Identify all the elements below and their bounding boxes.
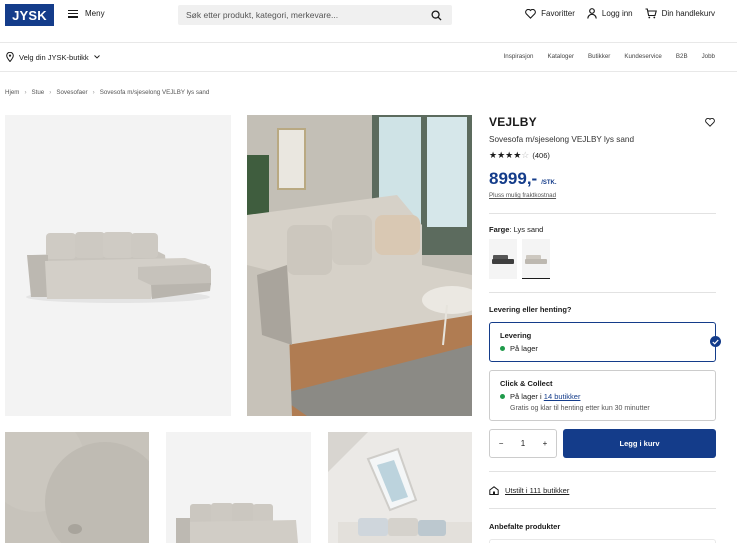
product-subtitle: Sovesofa m/sjeselong VEJLBY lys sand — [489, 135, 635, 144]
color-swatches — [489, 239, 716, 279]
cart-label: Din handlekurv — [661, 9, 715, 18]
color-label-key: Farge — [489, 225, 510, 234]
breadcrumb-item[interactable]: Sovesofaer — [56, 89, 87, 96]
store-icon — [489, 486, 499, 495]
delivery-option-click-collect[interactable]: Click & Collect På lager i 14 butikker G… — [489, 370, 716, 421]
price: 8999,- /STK. — [489, 169, 716, 189]
chevron-down-icon — [93, 55, 100, 59]
link-butikker[interactable]: Butikker — [588, 53, 610, 60]
price-unit: /STK. — [541, 180, 557, 186]
in-stock-dot-icon — [500, 346, 505, 351]
jysk-logo[interactable]: JYSK — [5, 4, 54, 26]
product-image-attic-room[interactable] — [328, 432, 472, 543]
menu-label: Meny — [85, 9, 105, 18]
collect-note: Gratis og klar til henting etter kun 30 … — [510, 405, 650, 412]
favorite-heart-icon[interactable] — [705, 118, 715, 127]
favorites-link[interactable]: Favoritter — [525, 8, 575, 19]
dark-sofa-thumbnail — [492, 255, 514, 264]
product-title: VEJLBY — [489, 115, 537, 129]
price-value: 8999,- — [489, 169, 538, 188]
delivery-option-home[interactable]: Levering På lager — [489, 322, 721, 362]
breadcrumb-current: Sovesofa m/sjeselong VEJLBY lys sand — [99, 89, 210, 96]
delivery-option-name: Levering — [500, 331, 532, 340]
breadcrumb-item[interactable]: Stue — [32, 89, 45, 96]
delivery-stock-status: På lager — [510, 344, 538, 353]
product-image-main[interactable] — [5, 115, 231, 416]
search-input[interactable] — [186, 10, 426, 20]
hamburger-icon — [68, 9, 78, 18]
rating[interactable]: ★★★★☆ (406) — [489, 150, 716, 161]
store-label: Velg din JYSK-butikk — [19, 52, 89, 62]
breadcrumb-separator: › — [49, 89, 52, 96]
buy-row: − 1 + Legg i kurv — [489, 429, 716, 458]
location-pin-icon — [6, 52, 14, 62]
swatch-dark-grey[interactable] — [489, 239, 517, 279]
link-inspirasjon[interactable]: Inspirasjon — [504, 53, 534, 60]
collect-stock-line: På lager i 14 butikker — [500, 392, 705, 401]
divider — [489, 471, 716, 472]
product-panel: VEJLBY Sovesofa m/sjeselong VEJLBY lys s… — [489, 115, 721, 543]
choose-store-button[interactable]: Velg din JYSK-butikk — [6, 52, 100, 62]
breadcrumb-separator: › — [92, 89, 95, 96]
collect-option-name: Click & Collect — [500, 379, 553, 388]
quantity-stepper[interactable]: − 1 + — [489, 429, 557, 458]
stores-link[interactable]: 14 butikker — [544, 392, 581, 401]
search-icon[interactable] — [431, 10, 442, 21]
link-b2b[interactable]: B2B — [676, 53, 688, 60]
color-value: : Lys sand — [509, 225, 544, 234]
add-to-cart-button[interactable]: Legg i kurv — [563, 429, 716, 458]
top-links: Inspirasjon Kataloger Butikker Kundeserv… — [504, 53, 715, 60]
freight-cost-link[interactable]: Pluss mulig fraktkostnad — [489, 192, 716, 199]
color-label: Farge: Lys sand — [489, 225, 716, 234]
link-kataloger[interactable]: Kataloger — [548, 53, 575, 60]
login-label: Logg inn — [601, 9, 633, 18]
review-count[interactable]: (406) — [532, 151, 550, 160]
divider — [489, 292, 716, 293]
recommended-product-card[interactable] — [489, 539, 716, 543]
cart-icon — [645, 8, 657, 19]
cart-link[interactable]: Din handlekurv — [645, 8, 715, 19]
site-header: JYSK Meny Favoritter Logg inn Din handle… — [0, 0, 737, 31]
breadcrumb: Hjem › Stue › Sovesofaer › Sovesofa m/sjese… — [5, 89, 209, 96]
heart-icon — [525, 8, 536, 19]
swatch-light-sand[interactable] — [522, 239, 550, 279]
product-image-room[interactable] — [247, 115, 472, 416]
star-empty-icon: ☆ — [521, 150, 530, 160]
collect-stock-status: På lager i — [510, 392, 544, 401]
store-stock-link[interactable]: Utstilt i 111 butikker — [489, 486, 716, 495]
link-jobb[interactable]: Jobb — [702, 53, 715, 60]
star-rating: ★★★★☆ — [489, 150, 530, 160]
recommended-heading: Anbefalte produkter — [489, 522, 561, 531]
logo-text: JYSK — [12, 7, 47, 23]
divider — [489, 213, 716, 214]
delivery-stock-line: På lager — [500, 344, 705, 353]
link-kundeservice[interactable]: Kundeservice — [624, 53, 662, 60]
minus-icon[interactable]: − — [499, 439, 504, 448]
checkmark-icon — [710, 336, 721, 347]
store-bar: Velg din JYSK-butikk Inspirasjon Katalog… — [0, 42, 737, 72]
breadcrumb-separator: › — [24, 89, 27, 96]
sand-sofa-thumbnail — [525, 255, 547, 264]
search-bar[interactable] — [178, 5, 452, 25]
breadcrumb-item[interactable]: Hjem — [5, 89, 19, 96]
store-stock-text[interactable]: Utstilt i 111 butikker — [505, 486, 569, 495]
product-image-sofa-angle[interactable] — [166, 432, 311, 543]
quantity-value[interactable]: 1 — [521, 439, 525, 448]
favorites-label: Favoritter — [541, 9, 575, 18]
login-link[interactable]: Logg inn — [587, 8, 633, 19]
menu-button[interactable]: Meny — [68, 9, 105, 18]
user-icon — [587, 8, 597, 19]
plus-icon[interactable]: + — [543, 439, 548, 448]
in-stock-dot-icon — [500, 394, 505, 399]
delivery-question: Levering eller henting? — [489, 305, 572, 314]
divider — [489, 508, 716, 509]
product-image-fabric-detail[interactable] — [5, 432, 149, 543]
